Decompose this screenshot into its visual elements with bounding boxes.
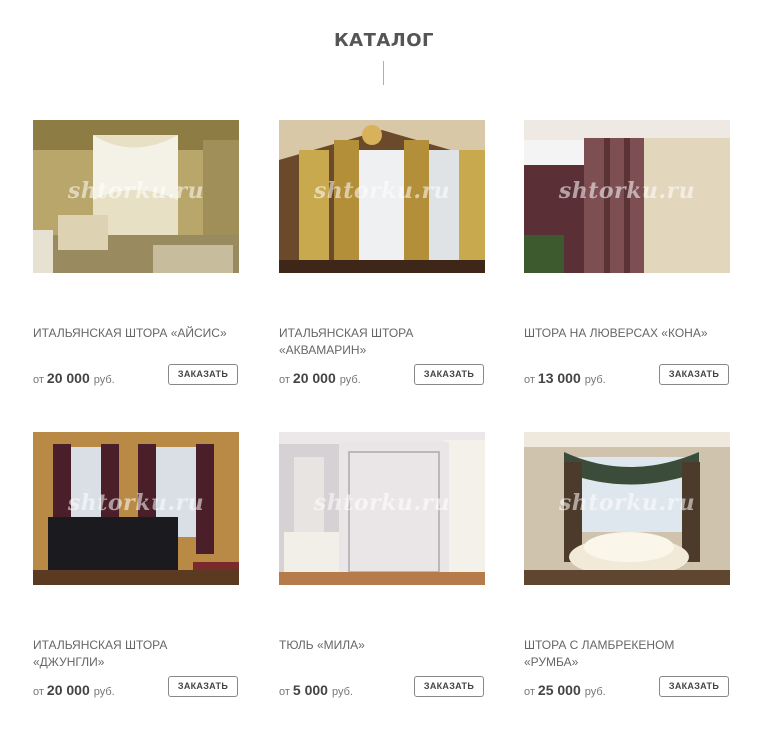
order-button[interactable]: ЗАКАЗАТЬ — [168, 676, 238, 697]
product-card: shtorku.ru ШТОРА С ЛАМБРЕКЕНОМ «РУМБА» о… — [524, 432, 730, 698]
price: от 25 000 руб. — [524, 682, 606, 698]
order-button[interactable]: ЗАКАЗАТЬ — [659, 364, 729, 385]
price-currency: руб. — [331, 686, 353, 698]
price-amount: 20 000 — [292, 370, 336, 386]
title-divider — [383, 61, 384, 85]
product-photo[interactable]: shtorku.ru — [279, 432, 485, 585]
price: от 20 000 руб. — [279, 370, 361, 386]
product-title[interactable]: ИТАЛЬЯНСКАЯ ШТОРА «АКВАМАРИН» — [279, 325, 485, 359]
order-button[interactable]: ЗАКАЗАТЬ — [168, 364, 238, 385]
product-title[interactable]: ТЮЛЬ «МИЛА» — [279, 637, 485, 654]
price-prefix: от — [524, 686, 535, 698]
product-photo[interactable]: shtorku.ru — [524, 432, 730, 585]
price-prefix: от — [279, 374, 290, 386]
price-amount: 13 000 — [537, 370, 581, 386]
product-photo[interactable]: shtorku.ru — [33, 120, 239, 273]
price-prefix: от — [524, 374, 535, 386]
product-card: shtorku.ru ИТАЛЬЯНСКАЯ ШТОРА «АЙСИС» от 2… — [33, 120, 239, 386]
product-photo[interactable]: shtorku.ru — [33, 432, 239, 585]
product-card: shtorku.ru ТЮЛЬ «МИЛА» от 5 000 руб. ЗАКАЗ… — [279, 432, 485, 698]
order-button[interactable]: ЗАКАЗАТЬ — [414, 676, 484, 697]
product-title[interactable]: ШТОРА НА ЛЮВЕРСАХ «КОНА» — [524, 325, 730, 342]
price-currency: руб. — [93, 686, 115, 698]
product-title[interactable]: ШТОРА С ЛАМБРЕКЕНОМ «РУМБА» — [524, 637, 730, 671]
price-currency: руб. — [584, 686, 606, 698]
price-amount: 20 000 — [46, 682, 90, 698]
price-currency: руб. — [584, 374, 606, 386]
price-currency: руб. — [93, 374, 115, 386]
order-button[interactable]: ЗАКАЗАТЬ — [414, 364, 484, 385]
price-prefix: от — [33, 374, 44, 386]
price: от 5 000 руб. — [279, 682, 353, 698]
product-photo[interactable]: shtorku.ru — [524, 120, 730, 273]
product-title[interactable]: ИТАЛЬЯНСКАЯ ШТОРА «АЙСИС» — [33, 325, 239, 342]
product-title[interactable]: ИТАЛЬЯНСКАЯ ШТОРА «ДЖУНГЛИ» — [33, 637, 239, 671]
product-card: shtorku.ru ИТАЛЬЯНСКАЯ ШТОРА «ДЖУНГЛИ» о… — [33, 432, 239, 698]
price: от 13 000 руб. — [524, 370, 606, 386]
price-amount: 5 000 — [292, 682, 328, 698]
price-amount: 20 000 — [46, 370, 90, 386]
order-button[interactable]: ЗАКАЗАТЬ — [659, 676, 729, 697]
price-amount: 25 000 — [537, 682, 581, 698]
product-card: shtorku.ru ШТОРА НА ЛЮВЕРСАХ «КОНА» от 13… — [524, 120, 730, 386]
price-currency: руб. — [339, 374, 361, 386]
price-prefix: от — [33, 686, 44, 698]
product-photo[interactable]: shtorku.ru — [279, 120, 485, 273]
price: от 20 000 руб. — [33, 370, 115, 386]
catalog-title: КАТАЛОГ — [333, 30, 435, 51]
price-prefix: от — [279, 686, 290, 698]
price: от 20 000 руб. — [33, 682, 115, 698]
product-card: shtorku.ru ИТАЛЬЯНСКАЯ ШТОРА «АКВАМАРИН»… — [279, 120, 485, 386]
